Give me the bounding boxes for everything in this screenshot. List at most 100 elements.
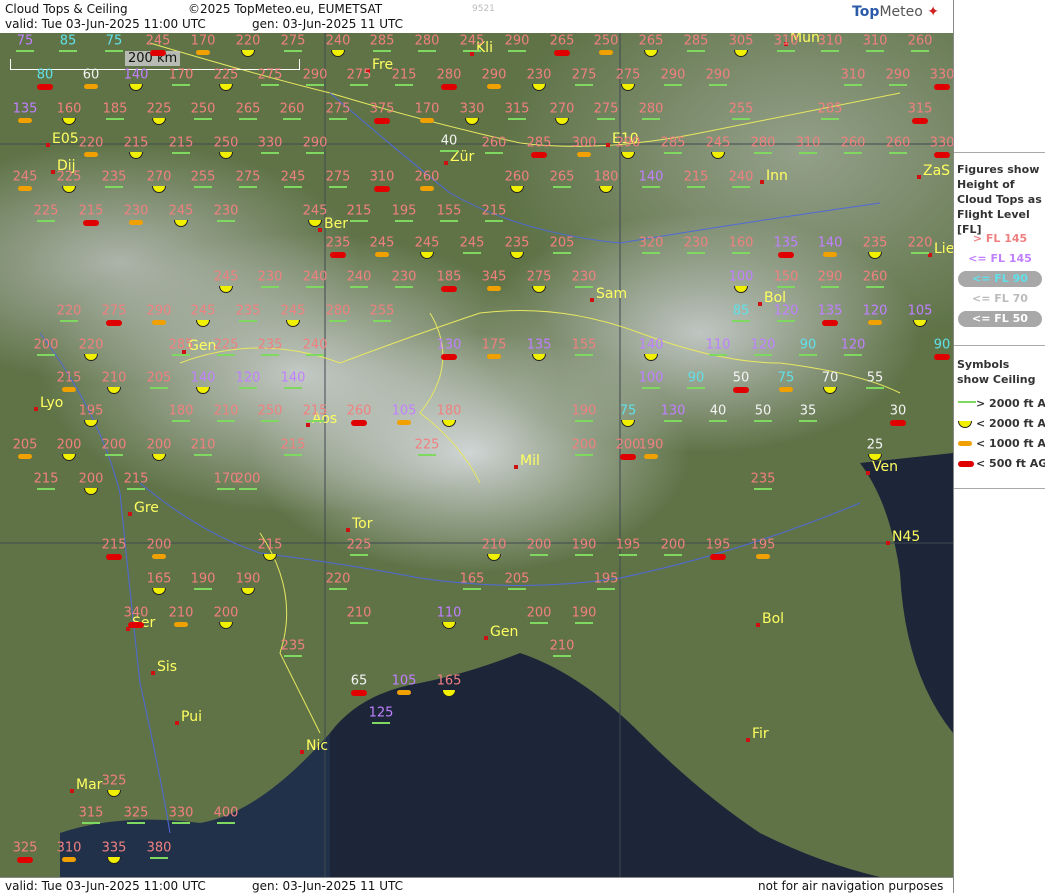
cloud-top-value: 190 xyxy=(571,403,597,419)
cloud-top-value: 245 xyxy=(190,303,216,319)
cloud-top-value: 190 xyxy=(190,571,216,587)
ceiling-symbol xyxy=(799,152,817,154)
cloud-top-value: 225 xyxy=(213,337,239,353)
ceiling-symbol xyxy=(329,320,347,322)
cloud-top-value: 245 xyxy=(12,169,38,185)
cloud-top-value: 215 xyxy=(168,135,194,151)
cloud-top-value: 195 xyxy=(593,571,619,587)
legend-panel: Figures show Height of Cloud Tops as Fli… xyxy=(953,0,1045,893)
cloud-top-value: 260 xyxy=(504,169,530,185)
cloud-top-value: 270 xyxy=(146,169,172,185)
cloud-top-value: 110 xyxy=(705,337,731,353)
cloud-top-value: 260 xyxy=(840,135,866,151)
cloud-top-value: 220 xyxy=(78,135,104,151)
ceiling-symbol xyxy=(440,220,458,222)
cloud-top-value: 105 xyxy=(391,673,417,689)
cloud-top-value: 265 xyxy=(549,33,575,49)
cloud-top-value: 230 xyxy=(213,203,239,219)
weather-map[interactable]: 200 km Fre Kli Mun Zür Dij Inn ZaS Ber Lie Sam Bol… xyxy=(0,33,953,877)
ceiling-symbol xyxy=(152,554,166,559)
cloud-top-value: 310 xyxy=(369,169,395,185)
map-title: Cloud Tops & Ceiling xyxy=(5,2,128,16)
cloud-top-value: 305 xyxy=(728,33,754,49)
ceiling-symbol xyxy=(866,387,884,389)
ceiling-symbol xyxy=(261,354,279,356)
cloud-top-value: 235 xyxy=(280,638,306,654)
ceiling-symbol xyxy=(420,118,434,123)
copyright: ©2025 TopMeteo.eu, EUMETSAT xyxy=(188,2,383,16)
cloud-top-value: 285 xyxy=(683,33,709,49)
cloud-top-value: 160 xyxy=(56,101,82,117)
ceiling-symbol xyxy=(487,286,501,291)
cloud-top-value: 200 xyxy=(213,605,239,621)
cloud-top-value: 165 xyxy=(436,673,462,689)
cloud-top-value: 140 xyxy=(638,169,664,185)
ceiling-symbol xyxy=(17,857,33,863)
cloud-top-value: 210 xyxy=(190,437,216,453)
cloud-top-value: 215 xyxy=(123,135,149,151)
ceiling-symbol xyxy=(194,454,212,456)
logo-top: Top xyxy=(852,4,880,20)
ceiling-symbol xyxy=(217,488,235,490)
legend-fl-item: <= FL 145 xyxy=(968,252,1032,265)
cloud-top-value: 205 xyxy=(12,437,38,453)
ceiling-symbol xyxy=(217,220,235,222)
cloud-top-value: 60 xyxy=(82,67,100,83)
ceiling-symbol xyxy=(597,588,615,590)
city-marker xyxy=(746,738,750,742)
generated-time: gen: 03-Jun-2025 11 UTC xyxy=(252,17,404,31)
ceiling-symbol xyxy=(487,84,501,89)
legend-symbol-label: < 500 ft AGL xyxy=(976,457,1045,470)
ceiling-symbol xyxy=(620,454,636,460)
legend-separator xyxy=(954,152,1045,153)
legend-separator xyxy=(954,488,1045,489)
ceiling-symbol xyxy=(172,354,190,356)
city-label: N45 xyxy=(892,529,921,545)
city-marker xyxy=(34,407,38,411)
city-label: Bol xyxy=(762,611,785,627)
legend-symbol-icon xyxy=(958,441,972,446)
cloud-top-value: 275 xyxy=(593,101,619,117)
cloud-top-value: 225 xyxy=(414,437,440,453)
ceiling-symbol xyxy=(217,822,235,824)
ceiling-symbol xyxy=(37,354,55,356)
ceiling-symbol xyxy=(463,252,481,254)
legend-symbol-label: > 2000 ft AGL xyxy=(976,397,1045,410)
cloud-top-value: 40 xyxy=(709,403,727,419)
cloud-top-value: 220 xyxy=(325,571,351,587)
cloud-top-value: 205 xyxy=(146,370,172,386)
legend-symbol-icon xyxy=(958,461,974,467)
ceiling-symbol xyxy=(82,822,100,824)
ceiling-symbol xyxy=(709,84,727,86)
ceiling-symbol xyxy=(373,50,391,52)
cloud-top-value: 200 xyxy=(660,537,686,553)
ceiling-symbol xyxy=(530,622,548,624)
cloud-top-value: 280 xyxy=(414,33,440,49)
ceiling-symbol xyxy=(374,118,390,124)
ceiling-symbol xyxy=(150,857,168,859)
cloud-top-value: 90 xyxy=(933,337,951,353)
ceiling-symbol xyxy=(575,554,593,556)
cloud-top-value: 165 xyxy=(146,571,172,587)
cloud-top-value: 135 xyxy=(526,337,552,353)
cloud-top-value: 290 xyxy=(615,135,641,151)
city-label: Nic xyxy=(306,738,329,754)
cloud-top-value: 275 xyxy=(280,33,306,49)
ceiling-symbol xyxy=(441,354,457,360)
cloud-top-value: 90 xyxy=(687,370,705,386)
city-marker xyxy=(346,528,350,532)
ceiling-symbol xyxy=(306,420,324,422)
ceiling-symbol xyxy=(420,186,434,191)
cloud-top-value: 275 xyxy=(526,269,552,285)
image-code: 9521 xyxy=(472,4,495,14)
cloud-top-value: 205 xyxy=(549,235,575,251)
cloud-top-value: 250 xyxy=(190,101,216,117)
city-marker xyxy=(70,789,74,793)
ceiling-symbol xyxy=(642,118,660,120)
ceiling-symbol xyxy=(664,554,682,556)
cloud-top-value: 200 xyxy=(33,337,59,353)
ceiling-symbol xyxy=(754,152,772,154)
cloud-top-value: 275 xyxy=(101,303,127,319)
ceiling-symbol xyxy=(172,152,190,154)
city-label: Inn xyxy=(766,168,788,184)
